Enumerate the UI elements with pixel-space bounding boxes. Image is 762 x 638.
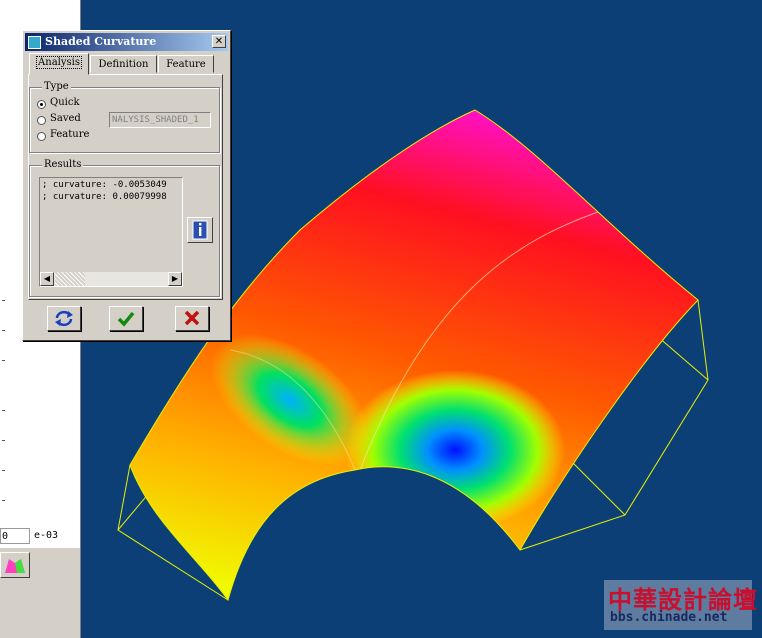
watermark-url-text: bbs.chinade.net (610, 610, 728, 625)
close-icon: ✕ (214, 36, 224, 47)
dialog-title: Shaded Curvature (45, 35, 157, 48)
tab-definition[interactable]: Definition (90, 55, 157, 73)
results-horizontal-scrollbar[interactable]: ◀ ▶ (40, 272, 182, 286)
shade-icon (5, 559, 25, 573)
shade-tool-button[interactable] (0, 552, 30, 578)
cancel-button[interactable] (175, 306, 209, 331)
radio-feature-label: Feature (50, 129, 90, 140)
type-group-label: Type (42, 81, 71, 92)
result-line-max: ; curvature: -0.0053049 (42, 180, 167, 190)
scroll-right-icon[interactable]: ▶ (168, 272, 182, 286)
repaint-button[interactable] (47, 306, 81, 331)
radio-quick-label: Quick (50, 97, 80, 108)
tab-feature-label: Feature (166, 59, 206, 70)
result-line-min: ; curvature: 0.00079998 (42, 192, 167, 202)
ok-button[interactable] (109, 306, 143, 331)
close-button[interactable]: ✕ (212, 35, 226, 48)
tab-analysis[interactable]: Analysis (29, 53, 89, 75)
tab-definition-label: Definition (98, 59, 149, 70)
scroll-left-icon[interactable]: ◀ (40, 272, 54, 286)
radio-feature[interactable] (37, 132, 46, 141)
cross-icon (184, 310, 200, 326)
tab-analysis-label: Analysis (36, 56, 82, 69)
repaint-icon (55, 310, 73, 327)
shaded-curvature-dialog: Shaded Curvature ✕ Analysis Definition F… (22, 30, 231, 341)
radio-saved-label: Saved (50, 113, 81, 124)
checkmark-icon (117, 311, 135, 327)
tab-feature[interactable]: Feature (158, 55, 214, 73)
results-group-label: Results (42, 159, 84, 170)
info-button[interactable] (187, 217, 213, 243)
radio-saved[interactable] (37, 116, 46, 125)
results-text-area[interactable]: ; curvature: -0.0053049 ; curvature: 0.0… (39, 177, 183, 287)
saved-analysis-name-field[interactable]: NALYSIS_SHADED_1 (109, 112, 211, 128)
dialog-titlebar[interactable]: Shaded Curvature ✕ (25, 33, 228, 51)
scroll-track[interactable] (55, 272, 85, 286)
left-exponent-text: e-03 (34, 530, 59, 541)
left-value-field[interactable]: 0 (0, 528, 30, 544)
info-icon (192, 220, 208, 240)
dialog-app-icon (28, 36, 41, 49)
watermark: 中華設計論壇 bbs.chinade.net (604, 580, 757, 630)
radio-quick[interactable] (37, 100, 46, 109)
